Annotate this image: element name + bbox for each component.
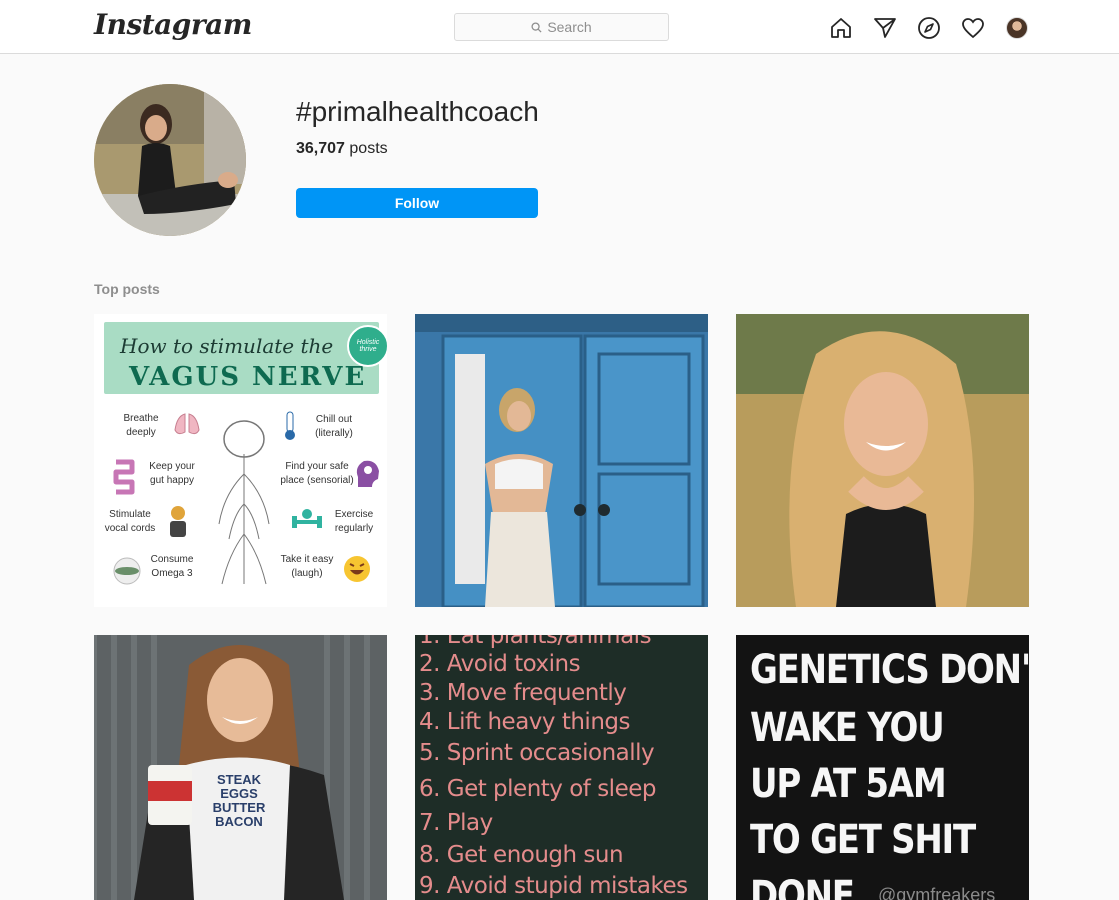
list-item: 7. Play — [419, 810, 493, 836]
avatar — [1006, 17, 1028, 39]
home-icon[interactable] — [828, 15, 854, 41]
brand-badge: Holistic thrive — [347, 325, 387, 367]
quote-line: TO GET SHIT — [750, 817, 976, 863]
explore-icon[interactable] — [916, 15, 942, 41]
tip-omega: Consume Omega 3 — [150, 554, 194, 579]
hashtag-profile-image — [94, 84, 246, 236]
vagus-nerve-illustration — [218, 420, 270, 585]
tip-laugh: Take it easy (laugh) — [280, 554, 334, 579]
list-item: 5. Sprint occasionally — [419, 740, 655, 766]
search-placeholder: Search — [547, 19, 592, 35]
lungs-icon — [174, 413, 200, 435]
tip-vocal: Stimulate vocal cords — [104, 509, 156, 534]
gut-icon — [113, 459, 135, 495]
post-title-line2: VAGUS NERVE — [129, 362, 367, 392]
singer-icon — [170, 506, 186, 537]
thermometer-icon — [285, 411, 295, 440]
post-tile-chalkboard-list[interactable]: 1. Eat plants/animals 2. Avoid toxins 3.… — [415, 635, 708, 900]
post-tile-vagus-nerve[interactable]: How to stimulate the VAGUS NERVE Holisti… — [94, 314, 387, 607]
quote-line: GENETICS DON'T — [750, 647, 1029, 693]
list-item: 4. Lift heavy things — [419, 709, 630, 735]
quote-line: WAKE YOU — [750, 705, 945, 751]
activity-icon[interactable] — [960, 15, 986, 41]
follow-button[interactable]: Follow — [296, 188, 538, 218]
dumbbell-icon — [292, 509, 322, 528]
post-tile-genetics-quote[interactable]: GENETICS DON'T WAKE YOU UP AT 5AM TO GET… — [736, 635, 1029, 900]
posts-count: 36,707 posts — [296, 140, 388, 158]
laughing-emoji-icon — [344, 556, 370, 582]
list-item: 1. Eat plants/animals — [419, 635, 652, 649]
post-tile-blue-door[interactable] — [415, 314, 708, 607]
coffee-woman-photo — [94, 635, 387, 900]
posts-count-label: posts — [349, 140, 388, 157]
search-icon — [531, 21, 542, 33]
tip-breathe: Breathe deeply — [123, 413, 159, 438]
blue-door-photo — [415, 314, 708, 607]
nav-icon-group — [828, 14, 1030, 42]
top-posts-heading: Top posts — [94, 281, 160, 297]
search-input[interactable]: Search — [454, 13, 669, 41]
post-title-line1: How to stimulate the — [120, 334, 334, 358]
head-icon — [356, 460, 379, 487]
capsule-icon — [113, 557, 141, 585]
list-item: 3. Move frequently — [419, 680, 627, 706]
quote-line: DONE — [750, 873, 855, 900]
tip-safe-place: Find your safe place (sensorial) — [280, 461, 354, 486]
shirt-text: STEAK EGGS BUTTER BACON — [212, 772, 266, 829]
watermark: @gymfreakers — [878, 885, 996, 900]
page-title: #primalhealthcoach — [296, 96, 539, 127]
tip-chill: Chill out (literally) — [315, 414, 353, 439]
tip-gut: Keep your gut happy — [149, 461, 195, 486]
list-item: 2. Avoid toxins — [419, 651, 581, 677]
smiling-woman-photo — [736, 314, 1029, 607]
post-banner: How to stimulate the VAGUS NERVE Holisti… — [104, 322, 387, 394]
instagram-logo[interactable]: Instagram — [94, 8, 252, 41]
list-item: 8. Get enough sun — [419, 842, 624, 868]
profile-avatar[interactable] — [1004, 15, 1030, 41]
list-item: 6. Get plenty of sleep — [419, 776, 656, 802]
top-nav: Instagram Search — [0, 0, 1119, 54]
direct-icon[interactable] — [872, 15, 898, 41]
post-tile-smiling-woman[interactable] — [736, 314, 1029, 607]
post-tile-coffee-woman[interactable]: STEAK EGGS BUTTER BACON — [94, 635, 387, 900]
list-item: 9. Avoid stupid mistakes — [419, 873, 688, 899]
posts-count-value: 36,707 — [296, 140, 345, 157]
tip-exercise: Exercise regularly — [334, 509, 374, 534]
quote-line: UP AT 5AM — [750, 761, 947, 807]
